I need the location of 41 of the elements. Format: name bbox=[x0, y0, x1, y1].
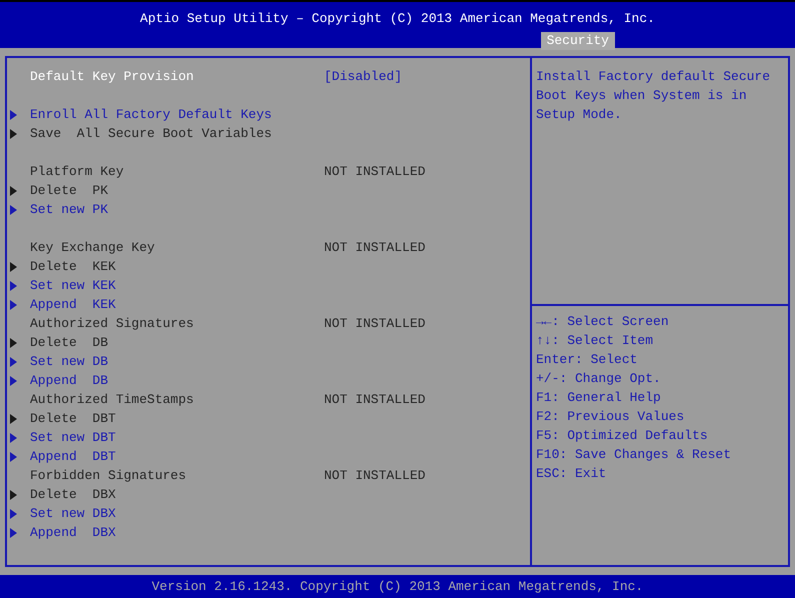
menu-item[interactable]: Save All Secure Boot Variables bbox=[30, 124, 324, 143]
menu-item[interactable]: Delete DB bbox=[30, 333, 324, 352]
menu-item[interactable]: Append DBX bbox=[30, 523, 324, 542]
key-hint: ESC: Exit bbox=[536, 465, 608, 483]
key-hint: F1: General Help bbox=[536, 389, 662, 407]
key-hint: ↑↓: Select Item bbox=[536, 332, 654, 350]
key-hint: F5: Optimized Defaults bbox=[536, 427, 709, 445]
menu-item[interactable]: Delete DBT bbox=[30, 409, 324, 428]
footer-text: Version 2.16.1243. Copyright (C) 2013 American Megatrends, Inc. bbox=[152, 578, 644, 596]
menu-item[interactable]: Set new PK bbox=[30, 200, 324, 219]
window-title: Aptio Setup Utility – Copyright (C) 2013 American Megatrends, Inc. bbox=[140, 10, 655, 28]
menu-item[interactable]: Set new KEK bbox=[30, 276, 324, 295]
status-value: NOT INSTALLED bbox=[324, 467, 426, 485]
menu-item[interactable]: Default Key Provision bbox=[30, 67, 324, 86]
menu-item[interactable]: Append KEK bbox=[30, 295, 324, 314]
item-label: Forbidden Signatures bbox=[30, 467, 188, 485]
menu-item[interactable]: Append DB bbox=[30, 371, 324, 390]
key-hint: F2: Previous Values bbox=[536, 408, 686, 426]
menu-item[interactable]: Delete DBX bbox=[30, 485, 324, 504]
item-label: Platform Key bbox=[30, 163, 125, 181]
status-value: NOT INSTALLED bbox=[324, 163, 426, 181]
menu-item[interactable]: Set new DB bbox=[30, 352, 324, 371]
item-label: Key Exchange Key bbox=[30, 239, 156, 257]
status-value: NOT INSTALLED bbox=[324, 391, 426, 409]
key-hint: +/-: Change Opt. bbox=[536, 370, 662, 388]
key-hint: Enter: Select bbox=[536, 351, 638, 369]
item-label: Authorized Signatures bbox=[30, 315, 195, 333]
menu-item[interactable]: Set new DBT bbox=[30, 428, 324, 447]
key-hint: →←: Select Screen bbox=[536, 313, 670, 331]
menu-item[interactable]: Delete KEK bbox=[30, 257, 324, 276]
status-value: NOT INSTALLED bbox=[324, 239, 426, 257]
key-hint: F10: Save Changes & Reset bbox=[536, 446, 732, 464]
tab[interactable]: Security bbox=[540, 32, 615, 50]
item-label: Authorized TimeStamps bbox=[30, 391, 195, 409]
menu-item[interactable]: Set new DBX bbox=[30, 504, 324, 523]
menu-item[interactable]: Enroll All Factory Default Keys bbox=[30, 105, 324, 124]
menu-item[interactable]: Append DBT bbox=[30, 447, 324, 466]
status-value: NOT INSTALLED bbox=[324, 315, 426, 333]
menu-item[interactable]: Delete PK bbox=[30, 181, 324, 200]
setting-value[interactable]: [Disabled] bbox=[324, 67, 402, 86]
help-text: Install Factory default Secure Boot Keys when System is in Setup Mode. bbox=[535, 68, 772, 124]
